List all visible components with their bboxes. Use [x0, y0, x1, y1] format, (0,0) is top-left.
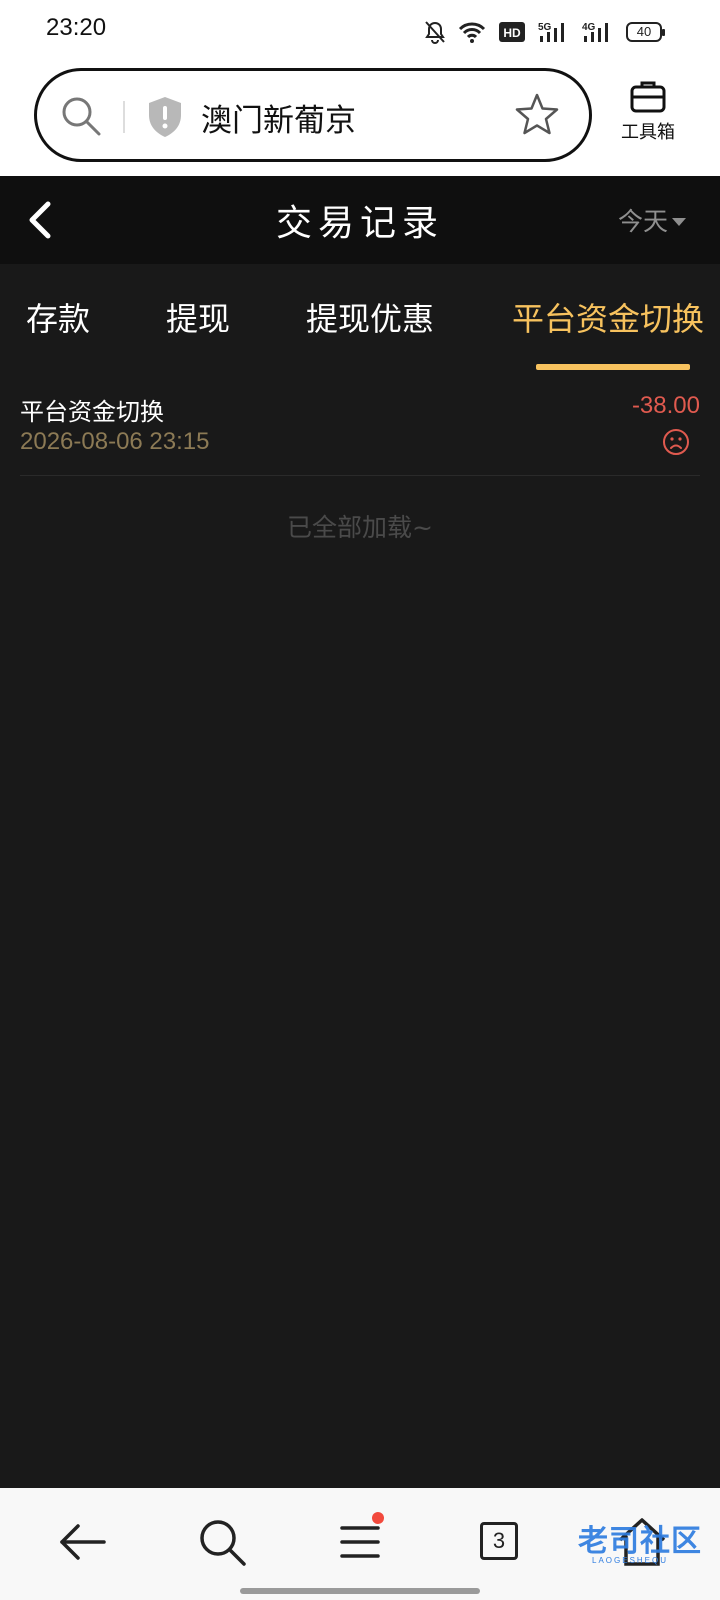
record-time: 2026-08-06 23:15	[20, 428, 210, 455]
app-header: 交易记录 今天	[0, 176, 720, 264]
tab-platform-transfer[interactable]: 平台资金切换	[512, 294, 704, 340]
date-filter-dropdown[interactable]: 今天	[618, 202, 686, 238]
watermark-subtext: LAOGESHEQU	[592, 1556, 669, 1565]
shield-warning-icon[interactable]	[145, 95, 185, 139]
tab-withdraw-bonus[interactable]: 提现优惠	[306, 294, 434, 340]
sad-face-icon	[663, 429, 689, 455]
load-end-text: 已全部加载~	[287, 513, 433, 542]
notification-dot	[372, 1512, 384, 1524]
toolbox-label: 工具箱	[621, 122, 675, 143]
browser-toolbar: 澳门新葡京 工具箱	[0, 62, 720, 176]
5g-signal-icon: 5G	[538, 22, 564, 42]
page-title: 交易记录	[275, 203, 444, 244]
wifi-icon	[458, 22, 486, 43]
address-divider	[123, 101, 125, 133]
tab-deposit[interactable]: 存款	[26, 294, 90, 340]
status-icons: HD 5G 4G 40	[424, 18, 665, 46]
star-icon[interactable]	[513, 91, 561, 139]
status-bar: 23:20 HD 5G 4G 40	[0, 0, 720, 62]
battery-icon: 40	[626, 22, 665, 42]
date-filter-label: 今天	[617, 207, 668, 236]
record-amount: -38.00	[631, 392, 700, 419]
search-icon[interactable]	[59, 94, 103, 138]
svg-text:5G: 5G	[538, 22, 552, 33]
watermark-logo: 老司社区 LAOGESHEQU	[552, 1512, 712, 1572]
toolbox-button[interactable]: 工具箱	[610, 78, 686, 158]
list-item[interactable]: 平台资金切换 2026-08-06 23:15 -38.00	[20, 384, 700, 476]
record-tabs: 存款 提现 提现优惠 平台资金切换	[0, 264, 720, 372]
tab-withdraw[interactable]: 提现	[166, 294, 230, 340]
4g-signal-icon: 4G	[582, 22, 608, 42]
tab-count: 3	[480, 1522, 518, 1560]
address-bar[interactable]: 澳门新葡京	[34, 68, 592, 162]
active-tab-indicator	[536, 364, 690, 370]
svg-text:HD: HD	[503, 26, 521, 40]
menu-button[interactable]	[332, 1512, 392, 1572]
hd-icon: HD	[499, 22, 525, 42]
address-text[interactable]: 澳门新葡京	[201, 95, 356, 140]
search-icon[interactable]	[192, 1512, 252, 1572]
chevron-down-icon	[672, 218, 686, 226]
status-time: 23:20	[46, 14, 107, 41]
tabs-button[interactable]: 3	[470, 1512, 530, 1572]
home-indicator[interactable]	[240, 1588, 480, 1594]
bell-off-icon	[425, 21, 445, 44]
browser-bottom-nav: 3 老司社区 LAOGESHEQU	[0, 1488, 720, 1600]
back-icon[interactable]	[52, 1512, 112, 1572]
watermark-text: 老司社区	[578, 1524, 702, 1559]
svg-text:4G: 4G	[582, 22, 596, 33]
toolbox-icon	[630, 81, 666, 113]
record-type: 平台资金切换	[20, 398, 164, 426]
